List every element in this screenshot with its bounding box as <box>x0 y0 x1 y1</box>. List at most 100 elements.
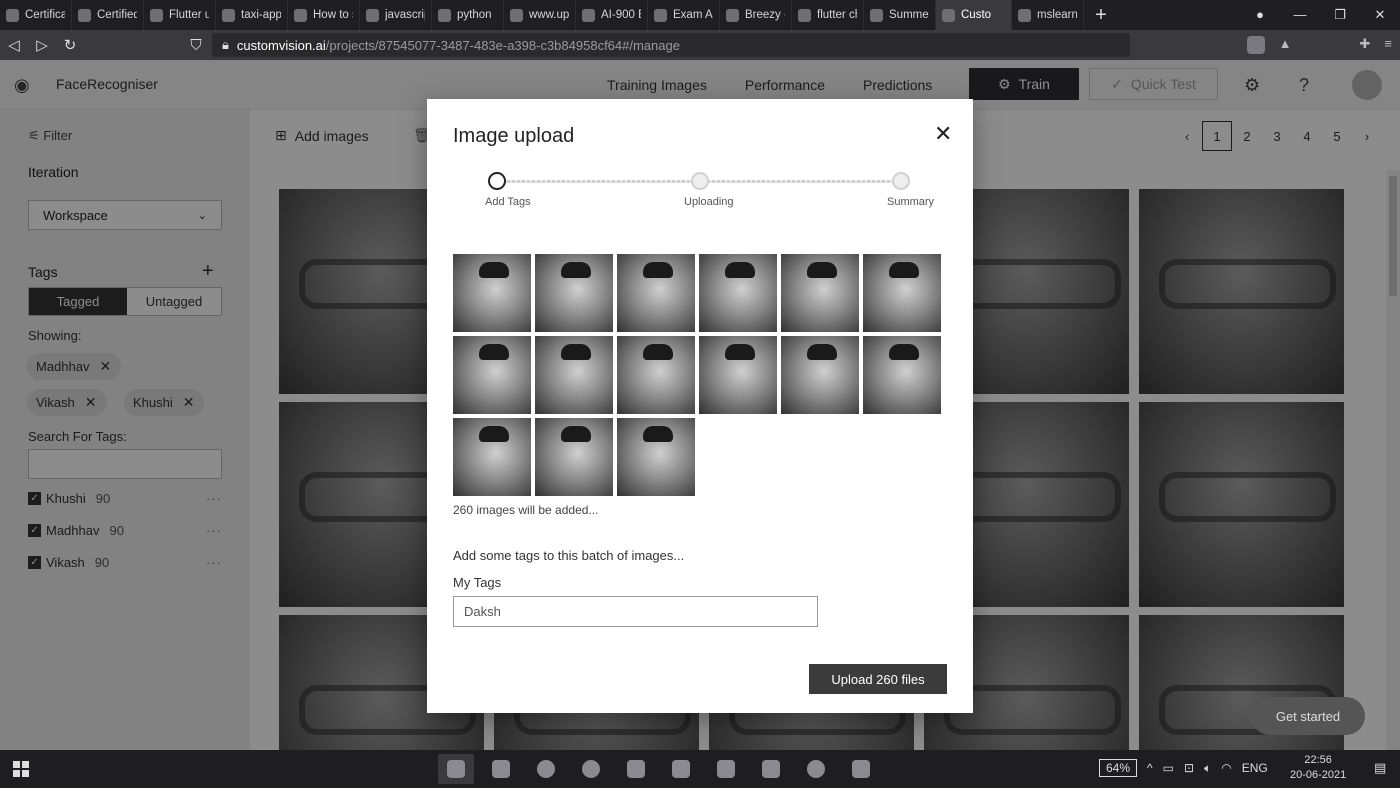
vscode-icon[interactable] <box>663 754 699 784</box>
upload-thumbnail <box>535 254 613 332</box>
upload-thumbnail <box>453 418 531 496</box>
browser-tab[interactable]: javascrip <box>360 0 432 30</box>
browser-tab[interactable]: AI-900 Ex <box>576 0 648 30</box>
tab-favicon-icon <box>78 8 91 22</box>
step-dot-active <box>488 172 506 190</box>
battery-indicator[interactable]: 64% <box>1099 759 1138 777</box>
bookmark-icon[interactable]: ⛉ <box>182 37 210 54</box>
telegram-icon[interactable] <box>528 754 564 784</box>
step-label-summary: Summary <box>887 196 935 208</box>
brave-browser-icon[interactable] <box>438 754 474 784</box>
browser-tab[interactable]: www.upv <box>504 0 576 30</box>
browser-tab[interactable]: How to s <box>288 0 360 30</box>
upload-thumbnail <box>617 336 695 414</box>
tab-favicon-icon <box>438 8 451 22</box>
upload-thumbnail <box>617 418 695 496</box>
upload-thumbnail <box>453 254 531 332</box>
whatsapp-icon[interactable] <box>573 754 609 784</box>
profile-icon[interactable]: ● <box>1240 7 1280 23</box>
my-tags-label: My Tags <box>453 575 502 590</box>
extensions-icon[interactable]: ✚ <box>1360 36 1371 54</box>
upload-thumbnail <box>699 336 777 414</box>
upload-thumbnail <box>699 254 777 332</box>
tab-favicon-icon <box>222 8 235 22</box>
dialog-title: Image upload <box>453 125 575 147</box>
back-icon[interactable]: ◁ <box>0 36 28 54</box>
tab-favicon-icon <box>798 8 811 22</box>
upload-files-button[interactable]: Upload 260 files <box>809 664 947 694</box>
tab-favicon-icon <box>6 8 19 22</box>
task-view-icon[interactable] <box>708 754 744 784</box>
wifi-icon[interactable]: ◠ <box>1221 761 1231 775</box>
notifications-icon[interactable]: ▤ <box>1374 760 1386 776</box>
tab-favicon-icon <box>870 8 883 22</box>
step-label-add-tags: Add Tags <box>485 196 531 208</box>
tab-favicon-icon <box>942 8 955 22</box>
step-dot <box>892 172 910 190</box>
upload-preview-grid <box>453 254 941 496</box>
upload-stepper <box>487 172 910 192</box>
upload-thumbnail <box>863 336 941 414</box>
browser-tab[interactable]: Breezy - <box>720 0 792 30</box>
clock-date: 20-06-2021 <box>1290 769 1347 781</box>
get-started-button[interactable]: Get started <box>1251 697 1365 735</box>
taskbar-apps <box>438 754 879 784</box>
brave-rewards-icon[interactable]: ▲ <box>1279 36 1292 54</box>
browser-tab[interactable]: Flutter ui <box>144 0 216 30</box>
image-count-note: 260 images will be added... <box>453 503 599 517</box>
close-window-icon[interactable]: ✕ <box>1360 7 1400 23</box>
network-icon[interactable]: ⊡ <box>1184 761 1194 775</box>
brave-shield-icon[interactable] <box>1246 36 1265 54</box>
browser-tab[interactable]: Summer <box>864 0 936 30</box>
browser-tab[interactable]: mslearn- <box>1012 0 1084 30</box>
close-icon[interactable]: ✕ <box>934 121 952 147</box>
language-indicator[interactable]: ENG <box>1242 761 1268 775</box>
tab-favicon-icon <box>150 8 163 22</box>
powershell-icon[interactable] <box>618 754 654 784</box>
browser-tab[interactable]: flutter ch <box>792 0 864 30</box>
browser-tab[interactable]: taxi-app <box>216 0 288 30</box>
step-label-uploading: Uploading <box>684 196 734 208</box>
maximize-icon[interactable]: ❐ <box>1320 7 1360 23</box>
clock-time: 22:56 <box>1304 754 1332 766</box>
tab-favicon-icon <box>654 8 667 22</box>
browser-tab[interactable]: Exam AI- <box>648 0 720 30</box>
file-explorer-icon[interactable] <box>483 754 519 784</box>
chevron-up-icon[interactable]: ^ <box>1147 761 1153 775</box>
os-taskbar: 64% ^ ▭ ⊡ 🔈︎ ◠ ENG 22:56 20-06-2021 ▤ <box>0 750 1400 788</box>
windows-start-icon[interactable] <box>13 761 29 777</box>
tag-input[interactable] <box>453 596 818 627</box>
tab-favicon-icon <box>510 8 523 22</box>
image-upload-dialog: Image upload ✕ Add Tags Uploading Summar… <box>427 99 973 713</box>
minimize-icon[interactable]: — <box>1280 7 1320 23</box>
browser-tab[interactable]: Certified <box>72 0 144 30</box>
chrome-icon[interactable] <box>798 754 834 784</box>
battery-icon[interactable]: ▭ <box>1163 761 1174 775</box>
clock[interactable]: 22:56 20-06-2021 <box>1290 753 1346 783</box>
tab-favicon-icon <box>726 8 739 22</box>
system-tray: 64% ^ ▭ ⊡ 🔈︎ ◠ ENG <box>1099 759 1268 777</box>
notes-icon[interactable] <box>753 754 789 784</box>
menu-icon[interactable]: ≡ <box>1384 36 1392 54</box>
url-field[interactable]: 🔒︎ customvision.ai/projects/87545077-348… <box>212 33 1130 57</box>
browser-tab-active[interactable]: Custo <box>936 0 1012 30</box>
upload-thumbnail <box>781 336 859 414</box>
browser-tab[interactable]: python <box>432 0 504 30</box>
new-tab-plus-icon[interactable]: + <box>1084 4 1118 27</box>
forward-icon[interactable]: ▷ <box>28 36 56 54</box>
volume-icon[interactable]: 🔈︎ <box>1204 761 1211 776</box>
tab-favicon-icon <box>582 8 595 22</box>
upload-thumbnail <box>863 254 941 332</box>
tab-favicon-icon <box>1018 8 1031 22</box>
tags-instruction: Add some tags to this batch of images... <box>453 548 685 563</box>
upload-thumbnail <box>781 254 859 332</box>
window-controls: ● — ❐ ✕ <box>1240 7 1400 23</box>
reload-icon[interactable]: ↻ <box>56 36 84 54</box>
snipping-tool-icon[interactable] <box>843 754 879 784</box>
browser-tab[interactable]: Certificat <box>0 0 72 30</box>
tab-favicon-icon <box>294 8 307 22</box>
tab-favicon-icon <box>366 8 379 22</box>
upload-thumbnail <box>535 418 613 496</box>
upload-thumbnail <box>535 336 613 414</box>
upload-thumbnail <box>453 336 531 414</box>
